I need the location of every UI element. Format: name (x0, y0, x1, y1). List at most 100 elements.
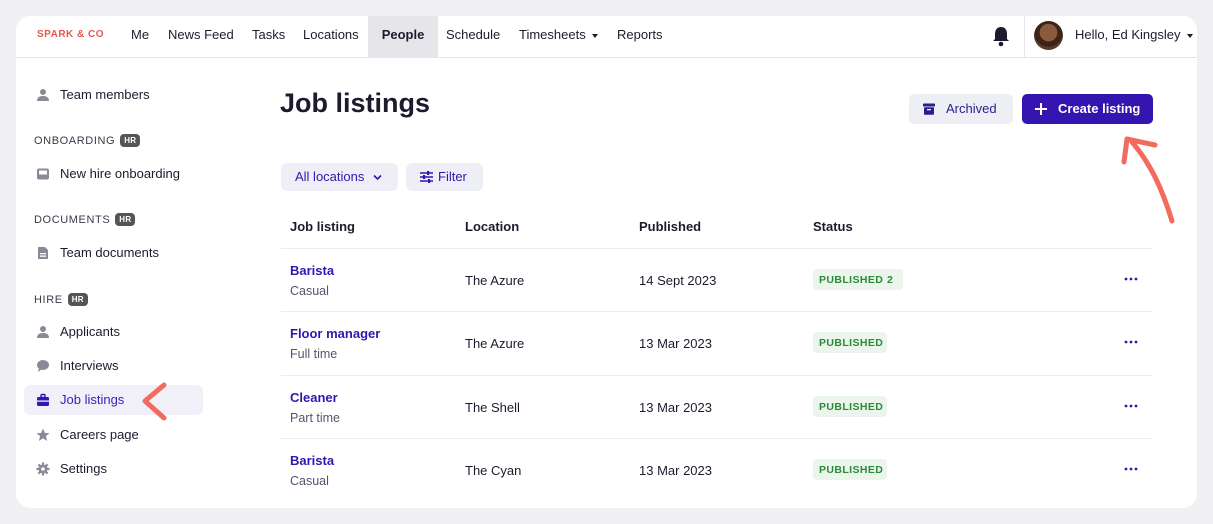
create-listing-label: Create listing (1058, 101, 1141, 116)
job-listing-name[interactable]: Floor manager (290, 326, 380, 341)
job-location: The Cyan (465, 463, 522, 478)
sidebar-item-careers-page[interactable]: Careers page (24, 420, 203, 450)
section-heading-documents: DOCUMENTS HR (34, 213, 136, 226)
archived-label: Archived (946, 101, 997, 116)
published-date: 13 Mar 2023 (639, 463, 712, 478)
archived-button[interactable]: Archived (909, 94, 1013, 124)
published-date: 13 Mar 2023 (639, 336, 712, 351)
sidebar-item-label: Job listings (60, 392, 125, 407)
job-location: The Azure (465, 273, 525, 288)
status-label: PUBLISHED (819, 337, 884, 349)
sidebar-item-label: Careers page (60, 427, 139, 442)
locations-dropdown[interactable]: All locations (281, 163, 398, 191)
bell-icon[interactable] (991, 25, 1011, 47)
user-menu[interactable]: Hello, Ed Kingsley (1075, 27, 1193, 42)
job-location: The Azure (465, 336, 525, 351)
nav-news-feed[interactable]: News Feed (159, 16, 243, 57)
person-icon (37, 89, 49, 101)
status-badge: PUBLISHED (813, 332, 887, 353)
star-icon (36, 428, 50, 441)
hr-badge: HR (67, 293, 88, 306)
status-badge: PUBLISHED 2 (813, 269, 903, 290)
section-heading-hire: HIRE HR (34, 293, 88, 306)
sidebar-item-team-documents[interactable]: Team documents (24, 238, 203, 268)
job-listing-name[interactable]: Cleaner (290, 390, 338, 405)
inbox-icon (37, 168, 49, 180)
brand-logo[interactable]: SPARK & CO (37, 29, 104, 40)
nav-timesheets[interactable]: Timesheets (510, 16, 607, 57)
nav-timesheets-label: Timesheets (519, 27, 586, 42)
job-location: The Shell (465, 400, 520, 415)
status-label: PUBLISHED (819, 401, 884, 413)
sidebar-item-label: Settings (60, 461, 107, 476)
job-listing-type: Part time (290, 411, 341, 425)
hr-badge: HR (115, 213, 136, 226)
table-row[interactable]: Cleaner Part time The Shell 13 Mar 2023 … (281, 375, 1152, 439)
archive-box-icon (923, 103, 935, 115)
nav-me[interactable]: Me (122, 16, 158, 57)
sidebar-item-job-listings[interactable]: Job listings (24, 385, 203, 415)
section-heading-label: DOCUMENTS (34, 214, 111, 226)
more-options-icon[interactable] (1123, 271, 1139, 287)
status-count: 2 (887, 274, 894, 286)
chevron-down-icon (373, 174, 382, 181)
section-heading-label: ONBOARDING (34, 135, 116, 147)
app-window: SPARK & CO Me News Feed Tasks Locations … (16, 16, 1197, 508)
sidebar-item-applicants[interactable]: Applicants (24, 317, 203, 347)
sidebar-item-settings[interactable]: Settings (24, 454, 203, 484)
sidebar-item-label: Team documents (60, 245, 159, 260)
user-greeting: Hello, Ed Kingsley (1075, 27, 1181, 42)
section-heading-label: HIRE (34, 294, 63, 306)
sidebar-item-label: New hire onboarding (60, 166, 180, 181)
page-title: Job listings (280, 88, 431, 118)
column-header-published[interactable]: Published (639, 219, 701, 234)
job-listing-name[interactable]: Barista (290, 453, 334, 468)
sidebar-item-label: Team members (60, 87, 150, 102)
status-badge: PUBLISHED (813, 459, 887, 480)
sidebar-item-label: Interviews (60, 358, 119, 373)
published-date: 14 Sept 2023 (639, 273, 717, 288)
sidebar-item-interviews[interactable]: Interviews (24, 351, 203, 381)
top-nav: SPARK & CO Me News Feed Tasks Locations … (16, 16, 1197, 58)
more-options-icon[interactable] (1123, 398, 1139, 414)
avatar[interactable] (1034, 21, 1063, 50)
table-row[interactable]: Barista Casual The Azure 14 Sept 2023 PU… (281, 248, 1152, 312)
filter-label: Filter (438, 169, 467, 184)
annotation-arrow-up (1121, 136, 1175, 224)
chat-bubble-icon (37, 360, 49, 372)
gear-icon (36, 462, 50, 476)
sliders-icon (420, 171, 433, 183)
column-header-job-listing[interactable]: Job listing (290, 219, 355, 234)
more-options-icon[interactable] (1123, 334, 1139, 350)
filter-button[interactable]: Filter (406, 163, 483, 191)
hr-badge: HR (120, 134, 141, 147)
nav-reports[interactable]: Reports (608, 16, 672, 57)
annotation-arrow-left (142, 382, 167, 421)
nav-divider (1024, 16, 1025, 57)
nav-tasks[interactable]: Tasks (243, 16, 294, 57)
job-listing-name[interactable]: Barista (290, 263, 334, 278)
sidebar-item-label: Applicants (60, 324, 120, 339)
table-row[interactable]: Barista Casual The Cyan 13 Mar 2023 PUBL… (281, 438, 1152, 502)
chevron-down-icon (1186, 33, 1193, 38)
nav-people[interactable]: People (368, 16, 438, 57)
sidebar-item-new-hire-onboarding[interactable]: New hire onboarding (24, 159, 203, 189)
create-listing-button[interactable]: Create listing (1022, 94, 1153, 124)
job-listing-type: Casual (290, 284, 329, 298)
person-icon (37, 326, 49, 338)
job-listing-type: Casual (290, 474, 329, 488)
column-header-location[interactable]: Location (465, 219, 519, 234)
status-label: PUBLISHED (819, 274, 884, 286)
table-row[interactable]: Floor manager Full time The Azure 13 Mar… (281, 311, 1152, 375)
nav-locations[interactable]: Locations (294, 16, 368, 57)
published-date: 13 Mar 2023 (639, 400, 712, 415)
status-label: PUBLISHED (819, 464, 884, 476)
sidebar-item-team-members[interactable]: Team members (24, 80, 203, 110)
chevron-down-icon (591, 33, 598, 38)
section-heading-onboarding: ONBOARDING HR (34, 134, 141, 147)
more-options-icon[interactable] (1123, 461, 1139, 477)
plus-icon (1035, 103, 1047, 115)
column-header-status[interactable]: Status (813, 219, 853, 234)
document-icon (38, 247, 48, 259)
nav-schedule[interactable]: Schedule (437, 16, 509, 57)
